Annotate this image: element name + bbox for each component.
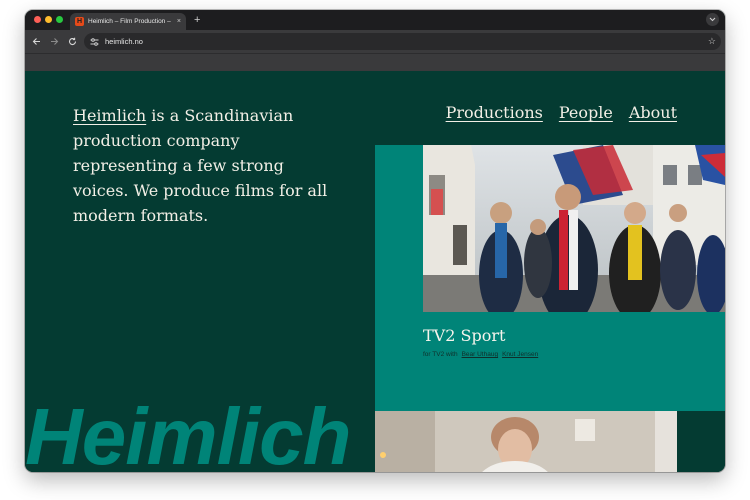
browser-window: H Heimlich – Film Production – × + heiml… bbox=[25, 10, 725, 472]
url-text: heimlich.no bbox=[105, 37, 143, 46]
new-tab-button[interactable]: + bbox=[194, 13, 200, 27]
reload-button[interactable] bbox=[65, 34, 79, 48]
nav-about[interactable]: About bbox=[629, 103, 677, 122]
address-bar[interactable]: heimlich.no ☆ bbox=[84, 33, 721, 50]
reload-icon bbox=[68, 37, 76, 45]
nav-people[interactable]: People bbox=[559, 103, 613, 122]
bookmarks-bar bbox=[25, 53, 725, 71]
football-fans-photo bbox=[423, 145, 725, 312]
production-title[interactable]: TV2 Sport bbox=[423, 326, 505, 345]
close-window-button[interactable] bbox=[34, 16, 41, 23]
tab-search-button[interactable] bbox=[706, 13, 719, 26]
brand-link[interactable]: Heimlich bbox=[73, 106, 146, 125]
main-nav: Productions People About bbox=[446, 103, 677, 122]
minimize-window-button[interactable] bbox=[45, 16, 52, 23]
chevron-down-icon bbox=[709, 17, 716, 22]
page-content: Heimlich is a Scandinavian production co… bbox=[25, 71, 725, 472]
production-still-image[interactable] bbox=[423, 145, 725, 312]
tab-title: Heimlich – Film Production – bbox=[88, 18, 171, 25]
production-credits: for TV2 with Bear Uthaug Knut Jensen bbox=[423, 351, 538, 358]
production-card-2-image[interactable] bbox=[375, 411, 677, 472]
woman-portrait-photo bbox=[375, 411, 677, 472]
tab-close-icon[interactable]: × bbox=[177, 18, 181, 25]
arrow-right-icon bbox=[50, 37, 58, 45]
tab-bar: H Heimlich – Film Production – × + bbox=[25, 10, 725, 30]
maximize-window-button[interactable] bbox=[56, 16, 63, 23]
heimlich-favicon-icon: H bbox=[75, 17, 84, 26]
arrow-left-icon bbox=[32, 37, 40, 45]
browser-tab[interactable]: H Heimlich – Film Production – × bbox=[70, 13, 186, 30]
browser-toolbar: heimlich.no ☆ bbox=[25, 30, 725, 53]
back-button[interactable] bbox=[29, 34, 43, 48]
credit-link-1[interactable]: Bear Uthaug bbox=[462, 351, 499, 358]
site-settings-icon[interactable] bbox=[90, 37, 99, 46]
credits-prefix: for TV2 with bbox=[423, 351, 458, 358]
forward-button[interactable] bbox=[47, 34, 61, 48]
bookmark-star-icon[interactable]: ☆ bbox=[708, 37, 716, 46]
nav-productions[interactable]: Productions bbox=[446, 103, 543, 122]
credit-link-2[interactable]: Knut Jensen bbox=[502, 351, 538, 358]
intro-text: Heimlich is a Scandinavian production co… bbox=[73, 103, 343, 228]
production-card[interactable]: TV2 Sport for TV2 with Bear Uthaug Knut … bbox=[375, 145, 725, 411]
